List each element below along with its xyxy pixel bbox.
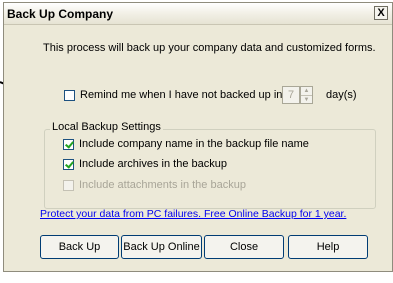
remind-checkbox[interactable]	[64, 90, 75, 101]
include-company-name-label: Include company name in the backup file …	[79, 138, 309, 150]
include-archives-label: Include archives in the backup	[79, 158, 227, 170]
remind-label: Remind me when I have not backed up in	[80, 89, 283, 101]
spin-down-icon[interactable]: ▼	[301, 96, 312, 104]
close-window-button[interactable]: X	[374, 6, 388, 20]
help-button[interactable]: Help	[288, 235, 368, 259]
back-up-button[interactable]: Back Up	[40, 235, 119, 259]
days-spinner[interactable]: ▲ ▼	[300, 86, 313, 104]
title-bar: Back Up Company X	[4, 3, 392, 25]
spin-up-icon[interactable]: ▲	[301, 87, 312, 96]
back-up-online-button[interactable]: Back Up Online	[121, 235, 202, 259]
include-attachments-label: Include attachments in the backup	[79, 179, 246, 191]
window-title: Back Up Company	[7, 7, 114, 21]
online-backup-link[interactable]: Protect your data from PC failures. Free…	[40, 208, 346, 220]
include-company-name-checkbox[interactable]	[63, 139, 74, 150]
close-button[interactable]: Close	[204, 235, 284, 259]
days-unit-label: day(s)	[326, 89, 357, 101]
intro-text: This process will back up your company d…	[43, 42, 376, 54]
include-attachments-checkbox	[63, 180, 74, 191]
local-backup-title: Local Backup Settings	[50, 121, 163, 133]
include-archives-checkbox[interactable]	[63, 159, 74, 170]
days-input[interactable]: 7	[282, 86, 300, 104]
